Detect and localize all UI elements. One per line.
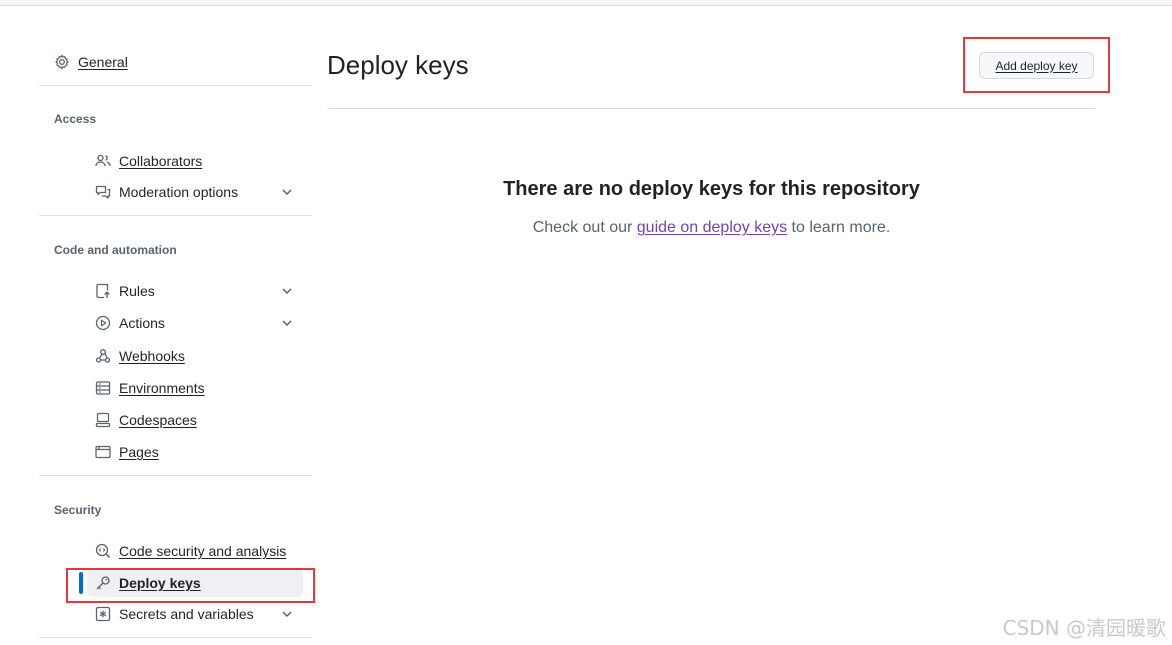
watermark: CSDN @清园暖歌: [1002, 616, 1166, 640]
chevron-down-icon[interactable]: [279, 283, 295, 299]
webhook-icon: [95, 348, 111, 364]
page-title: Deploy keys: [327, 50, 469, 80]
codescan-icon: [95, 543, 111, 559]
sidebar-item-general[interactable]: General: [54, 48, 128, 76]
sidebar-item-codespaces[interactable]: Codespaces: [95, 406, 197, 434]
chevron-down-icon[interactable]: [279, 184, 295, 200]
annotation-box-deploy-keys: [66, 568, 315, 603]
sidebar-item-label: Collaborators: [119, 153, 203, 169]
sidebar-item-label: Actions: [119, 315, 165, 331]
sidebar-item-label: Moderation options: [119, 184, 239, 200]
chevron-down-icon[interactable]: [279, 315, 295, 331]
play-icon: [95, 315, 111, 331]
blankslate-description: Check out our guide on deploy keys to le…: [327, 219, 1096, 237]
sidebar-item-label: Pages: [119, 444, 159, 460]
server-icon: [95, 380, 111, 396]
deploy-keys-guide-link[interactable]: guide on deploy keys: [637, 219, 787, 236]
sidebar-item-label: Secrets and variables: [119, 606, 254, 622]
sidebar-item-label: Codespaces: [119, 412, 197, 428]
browser-icon: [95, 444, 111, 460]
sidebar-item-label: Code security and analysis: [119, 543, 287, 559]
codespaces-icon: [95, 412, 111, 428]
sidebar-item-environments[interactable]: Environments: [95, 374, 205, 402]
title-divider: [327, 108, 1096, 109]
sidebar-item-label: Environments: [119, 380, 205, 396]
key-asterisk-icon: [95, 606, 111, 622]
repo-push-icon: [95, 283, 111, 299]
sidebar-item-code-security[interactable]: Code security and analysis: [95, 537, 286, 565]
sidebar-divider: [39, 85, 312, 86]
chevron-down-icon[interactable]: [279, 606, 295, 622]
sidebar-item-label: Webhooks: [119, 348, 185, 364]
section-title-code-automation: Code and automation: [54, 243, 177, 257]
sidebar-divider: [39, 637, 312, 638]
comment-discussion-icon: [95, 184, 111, 200]
sidebar-item-pages[interactable]: Pages: [95, 438, 159, 466]
sidebar-divider: [39, 215, 312, 216]
sidebar-item-webhooks[interactable]: Webhooks: [95, 342, 185, 370]
section-title-security: Security: [54, 503, 102, 517]
section-title-access: Access: [54, 112, 97, 126]
sidebar-divider: [39, 475, 312, 476]
add-deploy-key-button[interactable]: Add deploy key: [979, 52, 1094, 79]
sidebar-item-collaborators[interactable]: Collaborators: [95, 147, 202, 175]
blankslate-prefix: Check out our: [532, 219, 637, 236]
sidebar-item-label: Rules: [119, 283, 155, 299]
blankslate-suffix: to learn more.: [787, 219, 891, 236]
blankslate-title: There are no deploy keys for this reposi…: [503, 178, 920, 200]
settings-sidebar: General Access Collaborators Moderation …: [39, 0, 312, 645]
sidebar-item-label: General: [78, 54, 128, 70]
people-icon: [95, 153, 111, 169]
gear-icon: [54, 54, 70, 70]
